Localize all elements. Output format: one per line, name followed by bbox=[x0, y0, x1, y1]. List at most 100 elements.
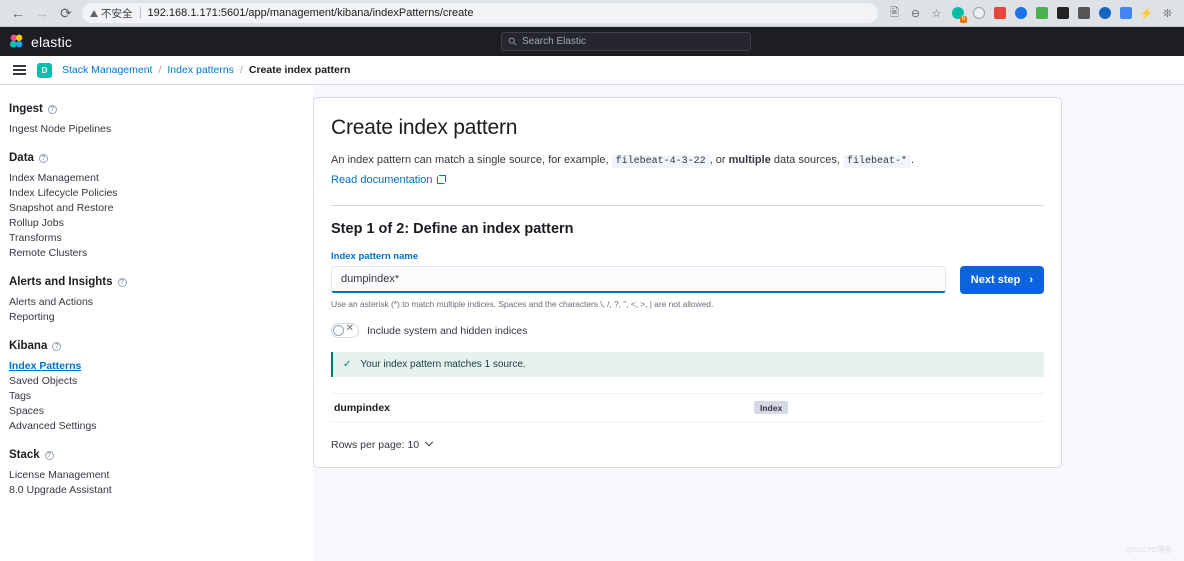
callout-message: Your index pattern matches 1 source. bbox=[360, 359, 525, 370]
main-content: Create index pattern An index pattern ca… bbox=[313, 85, 1184, 561]
sidebar-group-title: Alerts and Insights ? bbox=[9, 276, 313, 288]
warning-triangle-icon bbox=[90, 10, 98, 17]
sidebar-item-license-management[interactable]: License Management bbox=[9, 468, 313, 483]
table-row: dumpindex Index bbox=[331, 393, 1044, 422]
breadcrumb-item-stack-management[interactable]: Stack Management bbox=[62, 64, 152, 76]
extension-translate-icon[interactable] bbox=[1115, 3, 1136, 24]
search-input[interactable]: Search Elastic bbox=[501, 32, 751, 51]
sidebar-item-remote-clusters[interactable]: Remote Clusters bbox=[9, 246, 313, 261]
index-pattern-name-label: Index pattern name bbox=[331, 251, 1044, 262]
rows-per-page-selector[interactable]: Rows per page: 10 bbox=[331, 439, 432, 451]
management-sidebar: Ingest ? Ingest Node Pipelines Data ? In… bbox=[0, 85, 313, 561]
back-arrow-icon[interactable]: ← bbox=[6, 1, 30, 25]
sidebar-item-upgrade-assistant[interactable]: 8.0 Upgrade Assistant bbox=[9, 483, 313, 498]
help-circle-icon[interactable]: ? bbox=[52, 342, 61, 351]
help-circle-icon[interactable]: ? bbox=[39, 154, 48, 163]
sidebar-item-tags[interactable]: Tags bbox=[9, 389, 313, 404]
search-icon bbox=[508, 37, 517, 46]
sidebar-group-label: Data bbox=[9, 152, 34, 164]
sidebar-item-saved-objects[interactable]: Saved Objects bbox=[9, 374, 313, 389]
source-name: dumpindex bbox=[334, 402, 754, 414]
reload-icon[interactable]: ⟳ bbox=[54, 1, 78, 25]
sidebar-group-title: Data ? bbox=[9, 152, 313, 164]
omnibox-divider bbox=[140, 7, 141, 19]
page-body: Ingest ? Ingest Node Pipelines Data ? In… bbox=[0, 85, 1184, 561]
zoom-out-icon[interactable]: ⊖ bbox=[905, 3, 926, 24]
extension-check-icon[interactable] bbox=[1094, 3, 1115, 24]
extension-screenshot-icon[interactable] bbox=[968, 3, 989, 24]
help-circle-icon[interactable]: ? bbox=[118, 278, 127, 287]
check-icon: ✓ bbox=[343, 359, 351, 370]
address-bar[interactable]: 不安全 192.168.1.171:5601/app/management/ki… bbox=[82, 3, 878, 23]
chevron-right-icon: › bbox=[1029, 274, 1033, 286]
sidebar-group-label: Kibana bbox=[9, 340, 47, 352]
sidebar-item-index-lifecycle-policies[interactable]: Index Lifecycle Policies bbox=[9, 186, 313, 201]
elastic-logo[interactable]: elastic bbox=[8, 33, 72, 50]
watermark: @51CTO博客 bbox=[1125, 544, 1172, 555]
include-system-indices-label: Include system and hidden indices bbox=[367, 325, 528, 337]
sidebar-item-spaces[interactable]: Spaces bbox=[9, 404, 313, 419]
breadcrumb-item-create-index-pattern[interactable]: Create index pattern bbox=[249, 64, 351, 76]
create-index-pattern-panel: Create index pattern An index pattern ca… bbox=[313, 97, 1062, 468]
sidebar-group-label: Ingest bbox=[9, 103, 43, 115]
desc-text-4: . bbox=[911, 154, 914, 166]
doc-link-label: Read documentation bbox=[331, 172, 433, 188]
sidebar-item-index-management[interactable]: Index Management bbox=[9, 171, 313, 186]
divider bbox=[331, 205, 1044, 206]
sidebar-item-transforms[interactable]: Transforms bbox=[9, 231, 313, 246]
page-description: An index pattern can match a single sour… bbox=[331, 152, 1044, 188]
index-pattern-help-text: Use an asterisk (*) to match multiple in… bbox=[331, 299, 1044, 309]
sidebar-group-title: Kibana ? bbox=[9, 340, 313, 352]
rows-per-page-label: Rows per page: 10 bbox=[331, 439, 419, 451]
browser-toolbar: ← → ⟳ 不安全 192.168.1.171:5601/app/managem… bbox=[0, 0, 1184, 27]
hamburger-menu-icon[interactable] bbox=[7, 58, 31, 82]
extension-browser-icon[interactable] bbox=[1010, 3, 1031, 24]
elastic-top-nav: elastic Search Elastic bbox=[0, 27, 1184, 56]
extension-loading-icon[interactable]: 6 bbox=[947, 3, 968, 24]
elastic-logo-mark bbox=[8, 33, 25, 50]
sidebar-group-kibana: Kibana ? Index Patterns Saved Objects Ta… bbox=[9, 340, 313, 434]
sidebar-item-index-patterns[interactable]: Index Patterns bbox=[9, 359, 313, 374]
extension-flash-icon[interactable]: ⚡ bbox=[1136, 3, 1157, 24]
next-step-button[interactable]: Next step › bbox=[960, 266, 1044, 294]
extension-jetbrains-icon[interactable] bbox=[1052, 3, 1073, 24]
sidebar-group-data: Data ? Index Management Index Lifecycle … bbox=[9, 152, 313, 261]
match-success-callout: ✓ Your index pattern matches 1 source. bbox=[331, 352, 1044, 377]
sidebar-group-stack: Stack ? License Management 8.0 Upgrade A… bbox=[9, 449, 313, 498]
help-circle-icon[interactable]: ? bbox=[48, 105, 57, 114]
search-placeholder: Search Elastic bbox=[522, 36, 586, 47]
bookmark-star-icon[interactable]: ☆ bbox=[926, 3, 947, 24]
breadcrumb-bar: D Stack Management / Index patterns / Cr… bbox=[0, 56, 1184, 85]
breadcrumb-item-index-patterns[interactable]: Index patterns bbox=[167, 64, 234, 76]
extension-evernote-icon[interactable] bbox=[1031, 3, 1052, 24]
toggle-knob bbox=[333, 325, 344, 336]
external-link-icon bbox=[437, 176, 445, 184]
read-documentation-link[interactable]: Read documentation bbox=[331, 172, 445, 188]
sidebar-group-title: Ingest ? bbox=[9, 103, 313, 115]
security-warning[interactable]: 不安全 bbox=[90, 6, 133, 21]
sidebar-item-snapshot-and-restore[interactable]: Snapshot and Restore bbox=[9, 201, 313, 216]
breadcrumb: Stack Management / Index patterns / Crea… bbox=[62, 64, 350, 76]
forward-arrow-icon[interactable]: → bbox=[30, 1, 54, 25]
sidebar-item-alerts-and-actions[interactable]: Alerts and Actions bbox=[9, 295, 313, 310]
extension-sitemap-icon[interactable] bbox=[989, 3, 1010, 24]
sidebar-item-advanced-settings[interactable]: Advanced Settings bbox=[9, 419, 313, 434]
include-system-indices-toggle[interactable]: ✕ bbox=[331, 323, 359, 338]
page-title: Create index pattern bbox=[331, 116, 1044, 140]
security-label: 不安全 bbox=[101, 6, 133, 21]
sidebar-item-rollup-jobs[interactable]: Rollup Jobs bbox=[9, 216, 313, 231]
sidebar-group-ingest: Ingest ? Ingest Node Pipelines bbox=[9, 103, 313, 137]
example-code-1: filebeat-4-3-22 bbox=[612, 155, 710, 168]
sidebar-item-reporting[interactable]: Reporting bbox=[9, 310, 313, 325]
close-icon: ✕ bbox=[346, 323, 354, 334]
chevron-down-icon bbox=[425, 438, 433, 446]
index-pattern-name-input[interactable]: dumpindex* bbox=[331, 266, 946, 293]
extension-box-icon[interactable] bbox=[1073, 3, 1094, 24]
space-avatar[interactable]: D bbox=[37, 63, 52, 78]
extensions-puzzle-icon[interactable]: ❊ bbox=[1157, 3, 1178, 24]
help-circle-icon[interactable]: ? bbox=[45, 451, 54, 460]
extension-badge-count: 6 bbox=[960, 16, 967, 23]
desc-text-2: , or bbox=[710, 154, 726, 166]
sidebar-item-ingest-node-pipelines[interactable]: Ingest Node Pipelines bbox=[9, 122, 313, 137]
translate-icon[interactable]: 🖹 bbox=[884, 3, 905, 24]
